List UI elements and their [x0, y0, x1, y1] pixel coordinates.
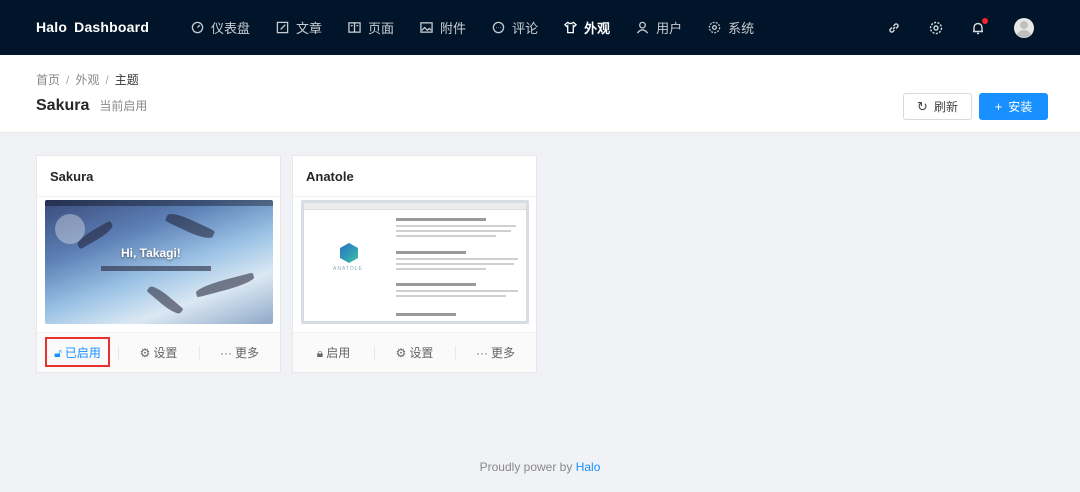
- nav-attachments[interactable]: 附件: [407, 0, 479, 55]
- cover-bird-shape: [164, 209, 216, 243]
- settings-button[interactable]: [929, 21, 943, 35]
- cover-browser-bar: [304, 203, 526, 210]
- setting-icon: [708, 21, 721, 34]
- edit-icon: [276, 21, 289, 34]
- book-icon: [348, 22, 361, 33]
- cover-text-line: [396, 225, 516, 227]
- user-avatar[interactable]: [1014, 17, 1034, 38]
- cover-text-line: [396, 251, 466, 254]
- nav-pages[interactable]: 页面: [335, 0, 407, 55]
- cover-bird-shape: [194, 272, 256, 298]
- cover-text-line: [396, 295, 506, 297]
- theme-card-anatole: Anatole ANATOLE 🔒︎ 启用 ⚙ 设置 ··· 更多: [292, 155, 537, 373]
- cover-text-line: [396, 258, 518, 260]
- theme-settings-button[interactable]: ⚙ 设置: [374, 344, 455, 361]
- breadcrumb-home[interactable]: 首页: [36, 73, 60, 87]
- brand-logo[interactable]: Halo Dashboard: [36, 19, 149, 35]
- skin-icon: [564, 21, 578, 34]
- main-nav: 仪表盘 文章 页面 附件 评论 外观 用户 系统: [178, 0, 767, 55]
- theme-card-title: Anatole: [293, 156, 536, 197]
- link-icon: [889, 22, 899, 33]
- page-title: Sakura: [36, 97, 90, 114]
- dashboard-icon: [191, 21, 204, 34]
- ellipsis-icon: ···: [219, 346, 232, 360]
- page-header: 首页 / 外观 / 主题 Sakura 当前启用 ↻ 刷新 + 安装: [0, 55, 1080, 133]
- cover-text-line: [396, 218, 486, 221]
- cover-logo-text: ANATOLE: [333, 266, 363, 272]
- cover-text-line: [396, 230, 511, 232]
- nav-users[interactable]: 用户: [623, 0, 695, 55]
- theme-card-actions: 🔒︎ 启用 ⚙ 设置 ··· 更多: [293, 332, 536, 372]
- nav-system[interactable]: 系统: [695, 0, 767, 55]
- user-icon: [636, 21, 649, 34]
- cover-text-line: [396, 268, 486, 270]
- nav-comments[interactable]: 评论: [479, 0, 551, 55]
- breadcrumb-current: 主题: [114, 73, 139, 87]
- gear-icon: [929, 21, 943, 34]
- nav-appearance[interactable]: 外观: [551, 0, 623, 55]
- notification-dot: [982, 17, 988, 24]
- cover-text-line: [396, 235, 496, 237]
- reload-icon: ↻: [917, 99, 928, 114]
- link-button[interactable]: [887, 21, 901, 35]
- nav-dashboard[interactable]: 仪表盘: [178, 0, 263, 55]
- cover-greeting: Hi, Takagi!: [121, 246, 181, 260]
- comment-icon: [492, 21, 505, 34]
- top-nav-bar: Halo Dashboard 仪表盘 文章 页面 附件 评论 外观 用户 系统: [0, 0, 1080, 55]
- picture-icon: [420, 22, 433, 33]
- top-right-actions: [859, 0, 1034, 55]
- theme-card-title: Sakura: [37, 156, 280, 197]
- cover-browser-bar: [45, 200, 273, 206]
- notification-button[interactable]: [971, 17, 988, 35]
- theme-settings-button[interactable]: ⚙ 设置: [118, 344, 199, 361]
- page-footer: Proudly power by Halo: [479, 460, 601, 474]
- nav-posts[interactable]: 文章: [263, 0, 335, 55]
- cover-text-line: [396, 283, 476, 286]
- theme-cover-sakura[interactable]: Hi, Takagi!: [45, 200, 273, 324]
- cover-subtitle-bar: [101, 266, 211, 271]
- ellipsis-icon: ···: [475, 346, 488, 360]
- theme-more-button[interactable]: ··· 更多: [455, 344, 536, 361]
- title-row: Sakura 当前启用: [36, 97, 147, 115]
- cover-browser-window: ANATOLE: [304, 203, 526, 321]
- install-button[interactable]: + 安装: [979, 93, 1048, 120]
- gear-icon: ⚙: [395, 346, 407, 360]
- cover-text-line: [396, 263, 514, 265]
- brand-text-halo: Halo: [36, 19, 68, 35]
- brand-text-dashboard: Dashboard: [74, 19, 150, 35]
- anatole-logo-icon: [340, 243, 358, 263]
- lock-icon: 🔒︎: [316, 346, 324, 360]
- breadcrumb: 首页 / 外观 / 主题: [36, 73, 139, 87]
- footer-halo-link[interactable]: Halo: [576, 460, 601, 474]
- highlight-annotation-box: [45, 337, 110, 367]
- theme-more-button[interactable]: ··· 更多: [199, 344, 280, 361]
- theme-cover-anatole[interactable]: ANATOLE: [301, 200, 529, 324]
- breadcrumb-appearance[interactable]: 外观: [75, 73, 99, 87]
- refresh-button[interactable]: ↻ 刷新: [903, 93, 972, 120]
- cover-text-line: [396, 290, 518, 292]
- gear-icon: ⚙: [139, 346, 151, 360]
- cover-bird-shape: [146, 283, 184, 317]
- plus-icon: +: [994, 99, 1003, 114]
- theme-enable-button[interactable]: 🔒︎ 启用: [293, 344, 374, 361]
- cover-text-line: [396, 313, 456, 316]
- page-subtitle: 当前启用: [99, 99, 148, 113]
